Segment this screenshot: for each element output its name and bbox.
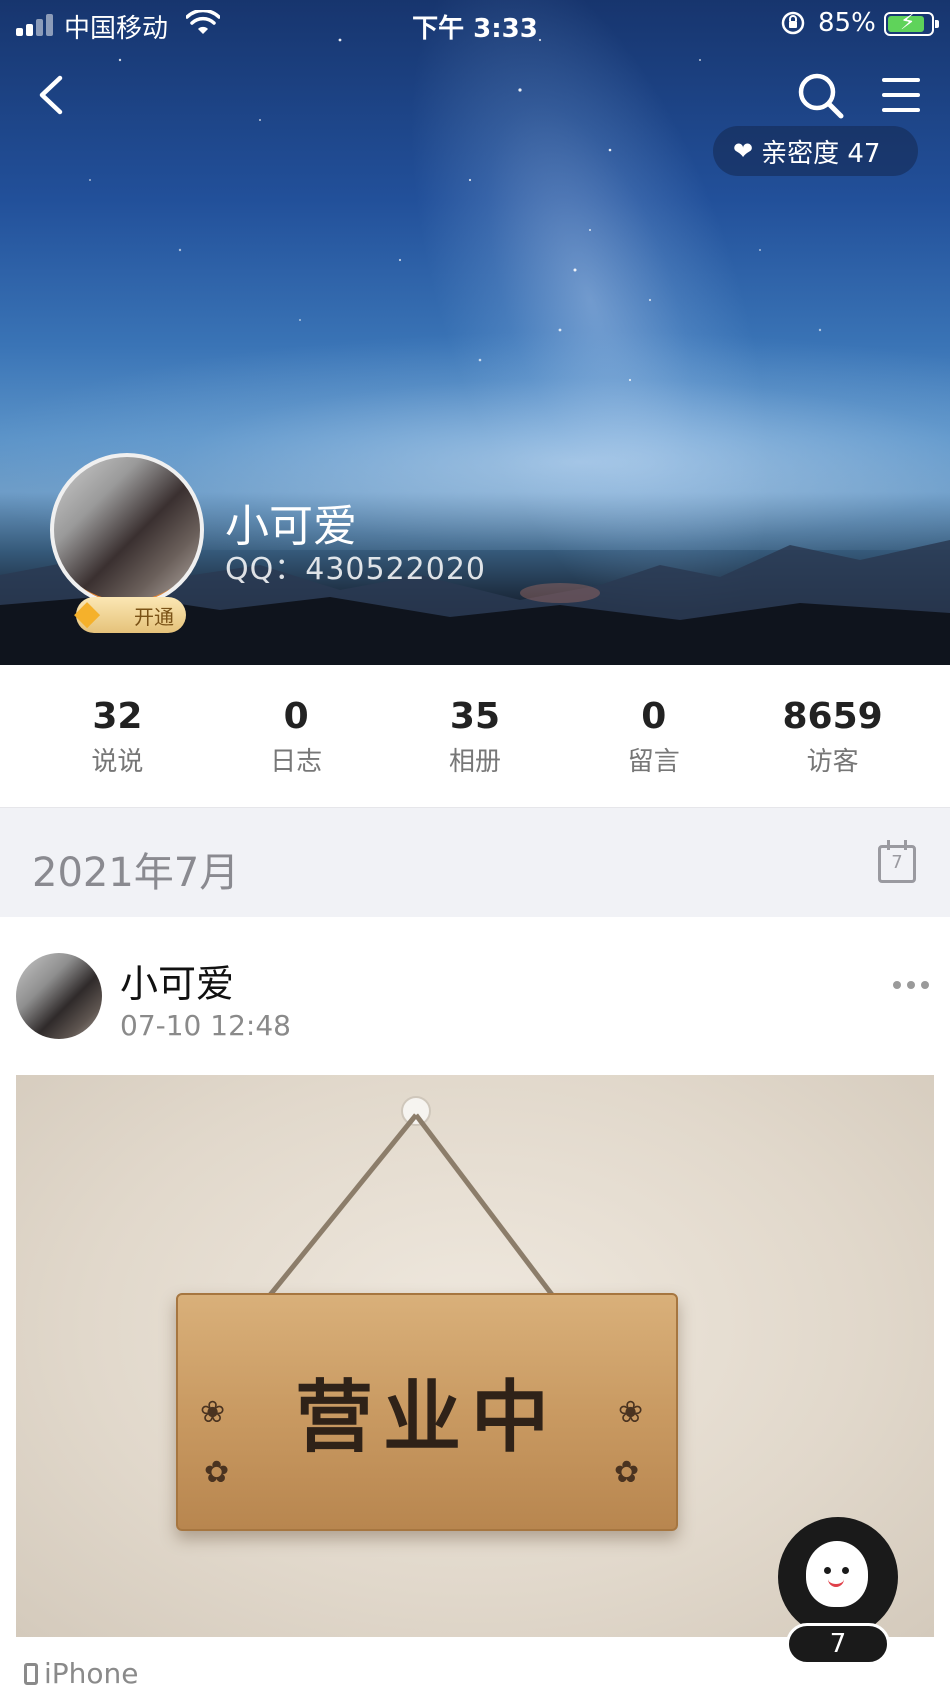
stat-label: 留言 (627, 746, 680, 777)
post-author-avatar[interactable] (16, 953, 102, 1039)
stat-messages[interactable]: 0 留言 (579, 665, 729, 807)
calendar-icon: 7 (891, 852, 903, 873)
post-author-name[interactable]: 小可爱 (120, 953, 234, 1008)
stat-label: 访客 (806, 746, 859, 777)
stat-visitors[interactable]: 8659 访客 (758, 665, 908, 807)
floral-decoration: ✿ (614, 1455, 640, 1490)
menu-button[interactable] (878, 72, 924, 118)
back-button[interactable] (30, 70, 74, 120)
clock: 下午 3:33 (412, 14, 538, 44)
floral-decoration: ❀ (618, 1395, 644, 1430)
battery-icon: ⚡ (884, 10, 939, 36)
stat-value: 8659 (782, 696, 883, 737)
floral-decoration: ✿ (204, 1455, 230, 1490)
floating-count-badge[interactable]: 7 (786, 1623, 890, 1665)
profile-avatar[interactable] (50, 453, 204, 607)
calendar-button[interactable]: 7 (878, 840, 916, 883)
stats-row: 32 说说 0 日志 35 相册 0 留言 8659 访客 (0, 665, 950, 807)
floral-decoration: ❀ (200, 1395, 226, 1430)
stat-label: 日志 (270, 746, 323, 777)
phone-icon (24, 1662, 38, 1685)
post-timestamp: 07-10 12:48 (120, 1009, 291, 1042)
diamond-icon: ◆ (74, 593, 101, 633)
mascot-icon (806, 1541, 868, 1607)
intimacy-badge[interactable]: ❤ 亲密度 47 (713, 126, 918, 176)
stat-value: 0 (283, 696, 309, 737)
timeline-date: 2021年7月 (32, 850, 240, 896)
vip-label: 开通 (134, 604, 174, 629)
stat-value: 35 (449, 696, 501, 737)
stat-albums[interactable]: 35 相册 (400, 665, 550, 807)
post-device: iPhone (24, 1657, 139, 1690)
stat-value: 0 (641, 696, 667, 737)
profile-qq-number: QQ：430522020 (225, 552, 487, 587)
stat-label: 说说 (91, 746, 144, 777)
heart-icon: ❤ (733, 137, 754, 165)
floating-assistant-button[interactable] (778, 1517, 898, 1637)
search-button[interactable] (795, 70, 847, 122)
post-device-label: iPhone (44, 1657, 139, 1690)
intimacy-label: 亲密度 47 (761, 138, 881, 169)
status-bar: 中国移动 下午 3:33 85% ⚡ (0, 0, 950, 48)
battery-percent: 85% (818, 8, 876, 38)
stat-posts[interactable]: 32 说说 (42, 665, 192, 807)
stat-blogs[interactable]: 0 日志 (221, 665, 371, 807)
stat-value: 32 (92, 696, 143, 737)
open-sign-board: 营业中 ❀ ✿ ❀ ✿ (176, 1293, 678, 1531)
stat-label: 相册 (448, 746, 501, 777)
more-options-button[interactable] (893, 975, 929, 995)
sign-text: 营业中 (294, 1373, 559, 1463)
timeline-date-bar: 2021年7月 (0, 807, 950, 917)
vip-open-button[interactable]: ◆ 开通 (74, 593, 186, 633)
orientation-lock-icon (781, 11, 805, 35)
sign-rope (264, 1096, 558, 1302)
